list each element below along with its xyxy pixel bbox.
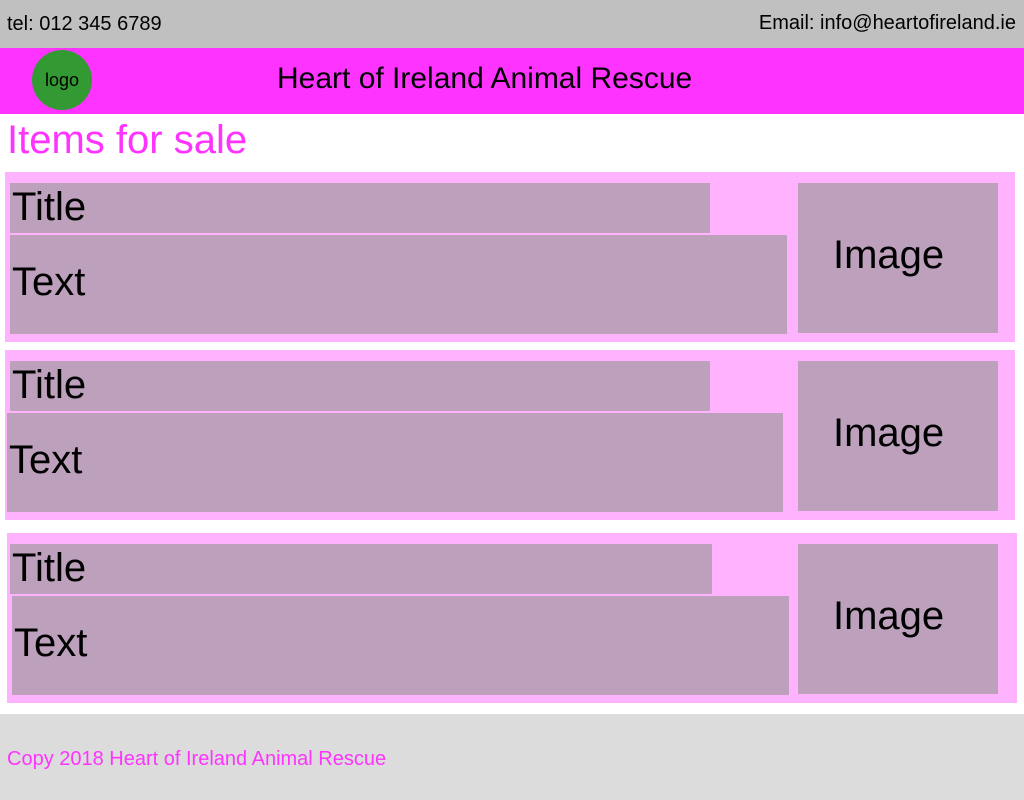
item-image-placeholder: Image <box>798 183 998 333</box>
telephone-text: tel: 012 345 6789 <box>7 13 162 35</box>
item-image-label: Image <box>833 411 945 455</box>
item-card[interactable]: Title Text Image <box>5 172 1015 342</box>
site-title: Heart of Ireland Animal Rescue <box>277 62 693 95</box>
item-title: Title <box>10 361 710 411</box>
item-text-label: Text <box>9 438 83 482</box>
item-card[interactable]: Title Text Image <box>5 350 1015 520</box>
email-link[interactable]: Email: info@heartofireland.ie <box>759 12 1016 35</box>
site-header: logo Heart of Ireland Animal Rescue <box>0 48 1024 114</box>
item-text: Text <box>12 596 789 695</box>
item-title: Title <box>10 183 710 233</box>
page-title: Items for sale <box>7 118 248 162</box>
item-image-placeholder: Image <box>798 544 998 694</box>
item-text-label: Text <box>12 260 86 304</box>
item-image-placeholder: Image <box>798 361 998 511</box>
item-text: Text <box>10 235 787 334</box>
item-image-label: Image <box>833 594 945 638</box>
site-footer: Copy 2018 Heart of Ireland Animal Rescue <box>0 714 1024 800</box>
logo-placeholder[interactable]: logo <box>32 50 92 110</box>
item-card[interactable]: Title Text Image <box>7 533 1017 703</box>
item-title: Title <box>10 544 712 594</box>
item-text: Text <box>7 413 783 512</box>
item-image-label: Image <box>833 233 945 277</box>
copyright-text: Copy 2018 Heart of Ireland Animal Rescue <box>7 748 387 770</box>
contact-bar: tel: 012 345 6789 Email: info@heartofire… <box>0 0 1024 48</box>
item-text-label: Text <box>14 621 88 665</box>
